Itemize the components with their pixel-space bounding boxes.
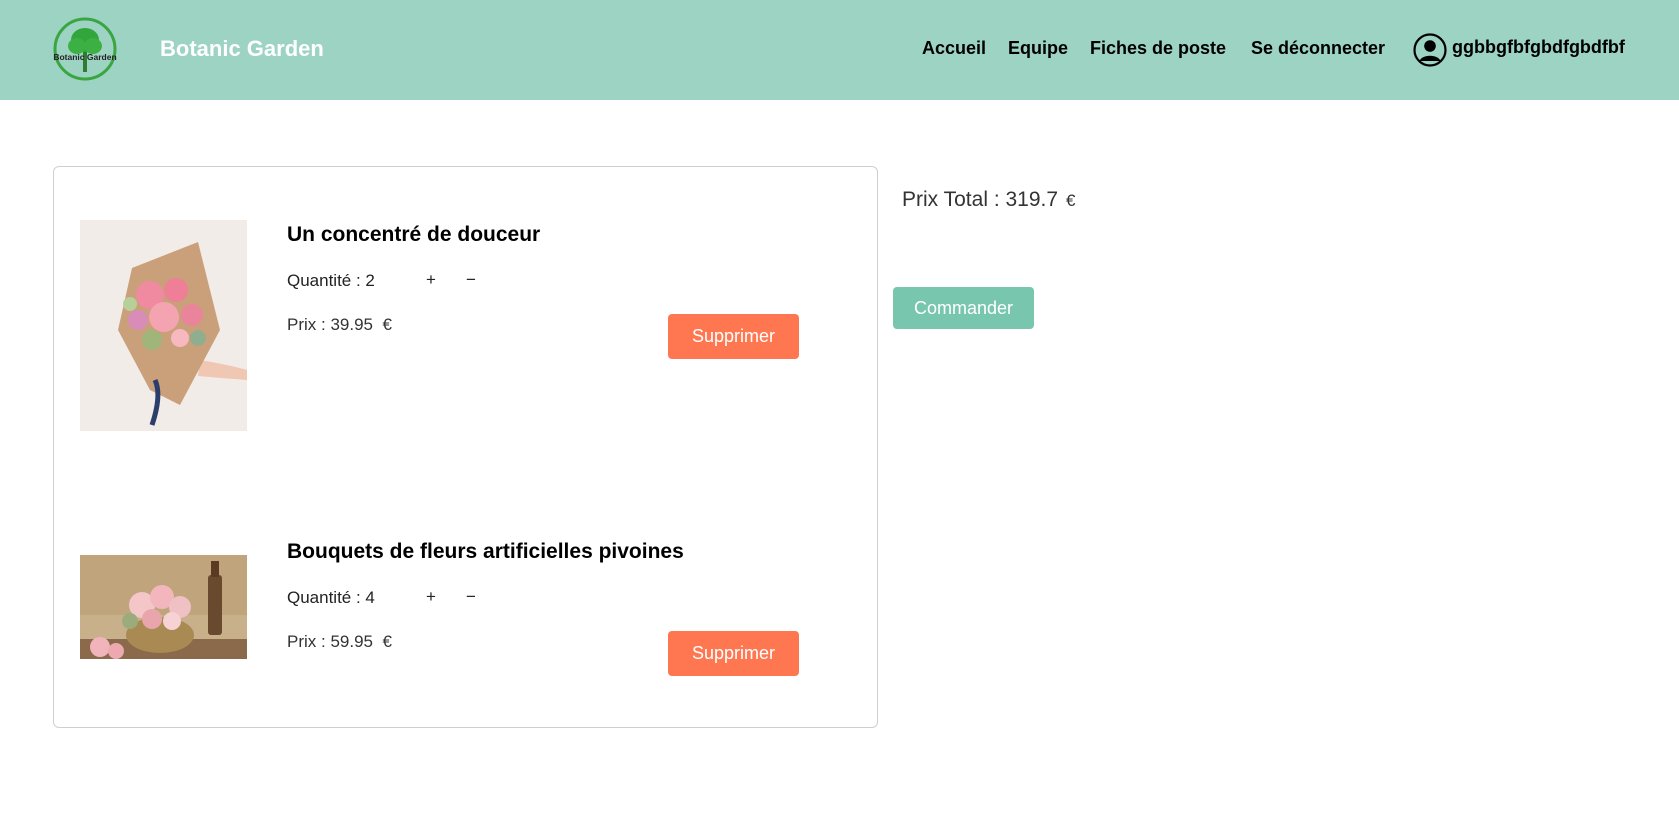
product-image-bouquet-kraft[interactable] <box>80 220 247 431</box>
header: Botanic Garden Botanic Garden Accueil Eq… <box>0 0 1679 100</box>
username[interactable]: ggbbgfbfgbdfgbdfbf <box>1452 37 1625 58</box>
nav-equipe[interactable]: Equipe <box>1008 38 1068 59</box>
cart-panel: Un concentré de douceur Quantité : 2 + −… <box>53 166 878 728</box>
delete-button[interactable]: Supprimer <box>668 631 799 676</box>
price-label: Prix : 59.95 € <box>287 632 392 652</box>
quantity-label: Quantité : 4 <box>287 588 375 607</box>
decrease-quantity-button[interactable]: − <box>466 270 476 290</box>
order-button[interactable]: Commander <box>893 287 1034 329</box>
user-circle-icon[interactable] <box>1413 33 1447 67</box>
nav-accueil[interactable]: Accueil <box>922 38 986 59</box>
product-title[interactable]: Bouquets de fleurs artificielles pivoine… <box>287 540 684 564</box>
increase-quantity-button[interactable]: + <box>426 270 436 290</box>
price-value: Prix : 59.95 <box>287 632 373 651</box>
quantity-label: Quantité : 2 <box>287 271 375 290</box>
delete-button[interactable]: Supprimer <box>668 314 799 359</box>
nav-se-deconnecter[interactable]: Se déconnecter <box>1251 38 1385 59</box>
currency-symbol: € <box>1066 191 1076 210</box>
increase-quantity-button[interactable]: + <box>426 587 436 607</box>
price-value: Prix : 39.95 <box>287 315 373 334</box>
total-price-value: Prix Total : 319.7 <box>902 188 1059 211</box>
nav-fiches-de-poste[interactable]: Fiches de poste <box>1090 38 1226 59</box>
product-title[interactable]: Un concentré de douceur <box>287 223 540 247</box>
total-price: Prix Total : 319.7 € <box>902 188 1076 212</box>
product-image-basket-peonies[interactable] <box>80 555 247 659</box>
brand-name: Botanic Garden <box>160 36 324 61</box>
decrease-quantity-button[interactable]: − <box>466 587 476 607</box>
botanic-garden-logo[interactable]: Botanic Garden <box>52 16 118 82</box>
currency-symbol: € <box>382 315 392 334</box>
price-label: Prix : 39.95 € <box>287 315 392 335</box>
logo-text: Botanic Garden <box>53 52 116 62</box>
currency-symbol: € <box>382 632 392 651</box>
